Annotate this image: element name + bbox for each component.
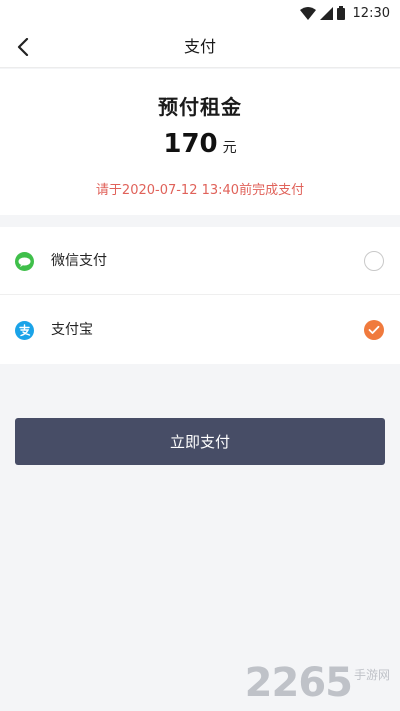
- wechat-pay-icon: [15, 252, 34, 271]
- status-bar: 12:30: [0, 0, 400, 26]
- pay-now-button[interactable]: 立即支付: [15, 418, 385, 465]
- status-time: 12:30: [352, 5, 390, 21]
- page-title: 支付: [183, 37, 216, 56]
- amount-line: 170 元: [0, 129, 400, 159]
- alipay-icon: [15, 321, 34, 340]
- payment-methods: 微信支付 支付宝: [0, 227, 400, 364]
- payment-option-label: 支付宝: [51, 322, 93, 338]
- amount-unit: 元: [222, 140, 237, 156]
- order-summary-card: 预付租金 170 元 请于2020-07-12 13:40前完成支付: [0, 69, 400, 215]
- back-button[interactable]: [8, 32, 38, 62]
- wifi-icon: [299, 6, 316, 20]
- chevron-left-icon: [17, 38, 29, 56]
- status-icons: 12:30: [299, 5, 390, 21]
- payment-option-alipay[interactable]: 支付宝: [0, 296, 400, 364]
- watermark-logo: 2265 手游网: [245, 663, 390, 703]
- radio-checked[interactable]: [364, 320, 384, 340]
- payment-option-label: 微信支付: [51, 253, 107, 269]
- radio-unchecked[interactable]: [364, 251, 384, 271]
- battery-icon: [336, 6, 345, 20]
- payment-deadline: 请于2020-07-12 13:40前完成支付: [95, 183, 305, 198]
- payment-option-wechat[interactable]: 微信支付: [0, 227, 400, 295]
- order-title: 预付租金: [158, 95, 242, 119]
- watermark-brand: 2265: [244, 660, 353, 706]
- watermark-suffix: 手游网: [353, 668, 390, 682]
- checkmark-icon: [368, 325, 380, 334]
- signal-icon: [319, 6, 333, 20]
- nav-bar: 支付: [0, 26, 400, 68]
- amount-value: 170: [163, 129, 218, 159]
